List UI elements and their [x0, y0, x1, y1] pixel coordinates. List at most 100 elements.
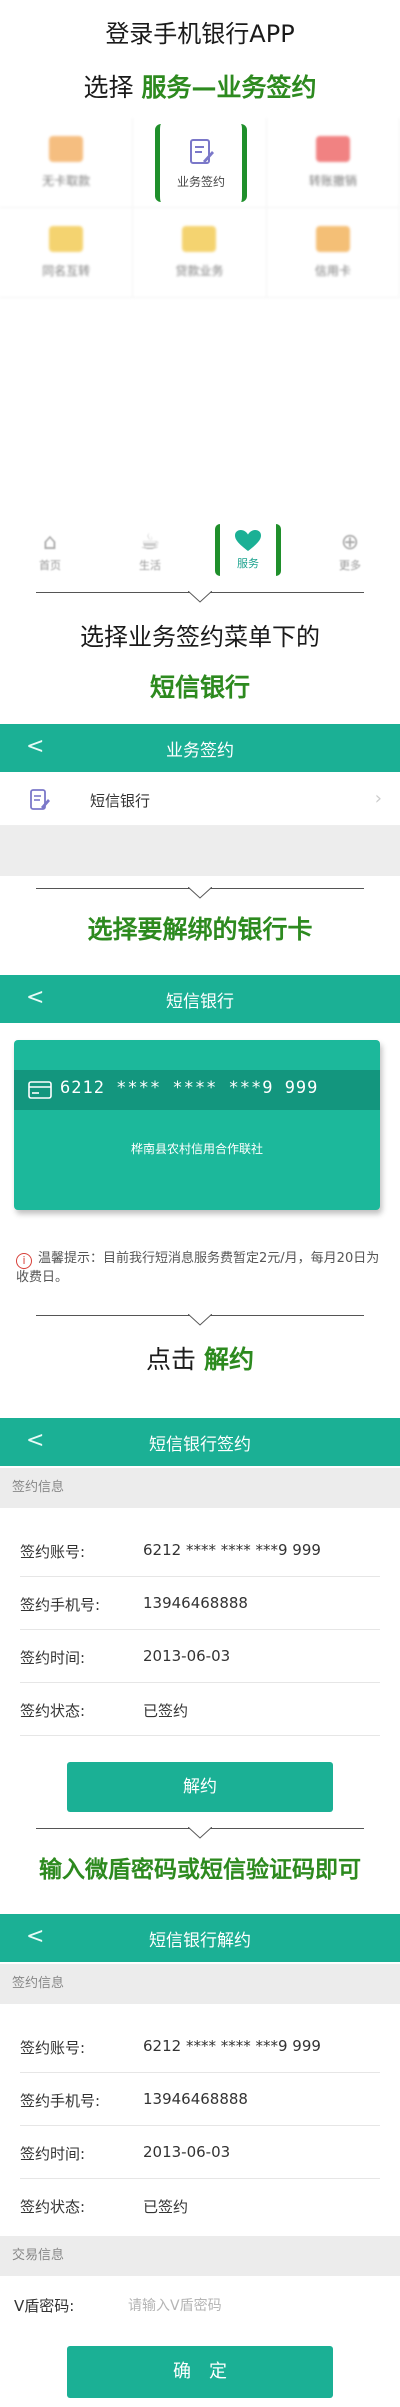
grid-item-transfer-revoke[interactable]: 转账撤销	[266, 118, 400, 208]
card-bank-name: 桦南县农村信用合作联社	[130, 1142, 263, 1156]
signing-header: < 业务签约	[0, 724, 400, 772]
sms-banking-header: < 短信银行	[0, 975, 400, 1023]
section-divider	[36, 1827, 364, 1842]
step2-line2: 短信银行	[149, 673, 250, 702]
step1-subtitle-prefix: 选择	[83, 73, 134, 102]
vshield-password-row: V盾密码: 请输入V盾密码	[0, 2276, 400, 2332]
bottom-tabbar: ⌂ 首页 ☕ 生活 ⊕ 更多	[0, 520, 400, 582]
section-divider	[36, 1314, 364, 1329]
row-value: 2013-06-03	[143, 2143, 231, 2161]
row-value: 已签约	[143, 1702, 189, 1720]
business-signing-label: 业务签约	[176, 174, 225, 189]
grid-item-credit-card[interactable]: 信用卡	[266, 208, 400, 298]
cancel-account-row: 签约账号: 6212 **** **** ***9 999	[0, 2020, 400, 2073]
tab-label: 更多	[339, 558, 361, 572]
tab-label: 首页	[39, 558, 61, 572]
step4-prefix: 点击	[146, 1345, 197, 1374]
cancel-contract-button[interactable]: 解约	[67, 1762, 333, 1812]
section-divider	[36, 591, 364, 606]
sign-detail-header: < 短信银行签约	[0, 1418, 400, 1466]
grid-item-label: 无卡取款	[42, 174, 91, 188]
notice-label: 温馨提示：	[38, 1251, 104, 1266]
cancel-time-row: 签约时间: 2013-06-03	[0, 2126, 400, 2179]
sign-info-section-label: 签约信息	[0, 1468, 400, 1508]
heart-icon	[235, 530, 261, 551]
tab-label: 生活	[139, 558, 161, 572]
chevron-right-icon: ›	[374, 788, 382, 809]
chevron-down-icon	[188, 1314, 212, 1326]
same-name-transfer-icon	[49, 226, 84, 252]
tab-home[interactable]: ⌂ 首页	[0, 520, 100, 582]
grid-item-label: 转账撤销	[308, 174, 357, 188]
credit-card-icon	[315, 226, 350, 252]
step2-line1: 选择业务签约菜单下的	[80, 623, 320, 651]
empty-area	[0, 826, 400, 876]
chevron-down-icon	[188, 591, 212, 603]
cancel-header: < 短信银行解约	[0, 1914, 400, 1962]
vshield-password-label: V盾密码:	[14, 2297, 75, 2315]
transaction-info-section-label: 交易信息	[0, 2236, 400, 2276]
coffee-icon: ☕	[140, 529, 160, 555]
row-key: 签约时间:	[20, 1649, 86, 1667]
step1-subtitle: 选择 服务—业务签约	[0, 68, 400, 104]
document-edit-icon	[190, 138, 214, 164]
info-icon: i	[16, 1253, 32, 1269]
sign-time-row: 签约时间: 2013-06-03	[0, 1630, 400, 1683]
row-key: 签约状态:	[20, 2198, 86, 2216]
cancel-status-row: 签约状态: 已签约	[0, 2179, 400, 2232]
row-value: 13946468888	[143, 2090, 248, 2108]
tab-more[interactable]: ⊕ 更多	[300, 520, 400, 582]
signing-header-title: 业务签约	[166, 740, 234, 761]
home-icon: ⌂	[43, 529, 57, 555]
sms-banking-header-title: 短信银行	[166, 991, 234, 1012]
tab-life[interactable]: ☕ 生活	[100, 520, 200, 582]
tab-service[interactable]: 服务	[215, 524, 281, 576]
cancel-sign-info-section-label: 签约信息	[0, 1964, 400, 2004]
cancel-phone-row: 签约手机号: 13946468888	[0, 2073, 400, 2126]
row-key: 签约账号:	[20, 2039, 86, 2057]
cardless-withdraw-icon	[49, 136, 84, 162]
row-value: 13946468888	[143, 1594, 248, 1612]
sign-detail-header-title: 短信银行签约	[149, 1434, 251, 1455]
confirm-button[interactable]: 确 定	[67, 2346, 333, 2398]
card-number: 6212 **** **** ***9 999	[60, 1078, 319, 1098]
back-arrow-icon[interactable]: <	[26, 736, 44, 758]
row-value: 6212 **** **** ***9 999	[143, 1541, 321, 1559]
grid-item-cardless-withdraw[interactable]: 无卡取款	[0, 118, 134, 208]
tab-service-label: 服务	[237, 557, 259, 570]
back-arrow-icon[interactable]: <	[26, 1926, 44, 1948]
step1-title: 登录手机银行APP	[105, 20, 295, 48]
row-key: 签约时间:	[20, 2145, 86, 2163]
bank-card[interactable]: 6212 **** **** ***9 999 桦南县农村信用合作联社	[14, 1040, 380, 1210]
sign-phone-row: 签约手机号: 13946468888	[0, 1577, 400, 1630]
document-edit-icon	[30, 789, 50, 810]
row-key: 签约手机号:	[20, 2092, 101, 2110]
row-key: 签约手机号:	[20, 1596, 101, 1614]
loan-icon	[182, 226, 217, 252]
grid-item-label: 同名互转	[42, 264, 91, 278]
vshield-password-input[interactable]: 请输入V盾密码	[128, 2295, 222, 2315]
step3-title: 选择要解绑的银行卡	[87, 915, 313, 944]
list-item-sms-banking[interactable]: 短信银行 ›	[0, 774, 400, 826]
back-arrow-icon[interactable]: <	[26, 1430, 44, 1452]
cancel-header-title: 短信银行解约	[149, 1930, 251, 1951]
grid-item-same-name-transfer[interactable]: 同名互转	[0, 208, 134, 298]
back-arrow-icon[interactable]: <	[26, 987, 44, 1009]
row-value: 已签约	[143, 2198, 189, 2216]
notice: i 温馨提示：目前我行短消息服务费暂定2元/月，每月20日为收费日。	[16, 1250, 386, 1287]
sign-status-row: 签约状态: 已签约	[0, 1683, 400, 1736]
row-key: 签约账号:	[20, 1543, 86, 1561]
card-icon	[28, 1081, 52, 1099]
grid-item-label: 贷款业务	[175, 264, 224, 278]
list-item-label: 短信银行	[90, 792, 151, 810]
chevron-down-icon	[188, 1827, 212, 1839]
transfer-revoke-icon	[315, 136, 350, 162]
grid-item-label: 信用卡	[314, 264, 351, 278]
grid-item-loan[interactable]: 贷款业务	[133, 208, 267, 298]
sign-account-row: 签约账号: 6212 **** **** ***9 999	[0, 1524, 400, 1577]
highlight-business-signing[interactable]: 业务签约	[155, 124, 247, 202]
row-key: 签约状态:	[20, 1702, 86, 1720]
step1-subtitle-highlight: 服务—业务签约	[141, 73, 317, 102]
row-value: 2013-06-03	[143, 1647, 231, 1665]
step4-title: 点击 解约	[0, 1340, 400, 1376]
